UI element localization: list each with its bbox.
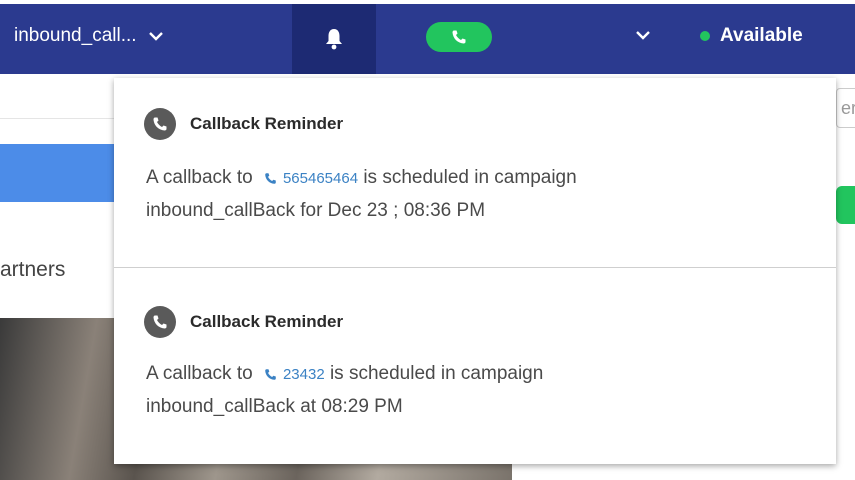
notification-item[interactable]: Callback Reminder A callback to 23432 is… bbox=[114, 268, 836, 464]
body-line-2: inbound_callBack for Dec 23 ; 08:36 PM bbox=[146, 200, 486, 221]
phone-icon bbox=[265, 173, 276, 184]
background-button[interactable] bbox=[836, 186, 855, 224]
top-bar: inbound_call... Available bbox=[0, 0, 855, 74]
phone-icon bbox=[144, 108, 176, 140]
body-prefix: A callback to bbox=[146, 363, 253, 384]
notification-title: Callback Reminder bbox=[190, 312, 344, 331]
notifications-button[interactable] bbox=[292, 4, 376, 74]
body-suffix: is scheduled in campaign bbox=[329, 363, 544, 384]
agent-status[interactable]: Available bbox=[700, 22, 803, 50]
notification-header: Callback Reminder bbox=[144, 306, 343, 338]
campaign-label: inbound_call... bbox=[14, 25, 137, 46]
chevron-down-icon bbox=[148, 32, 163, 41]
notifications-panel: Callback Reminder A callback to 56546546… bbox=[114, 78, 836, 464]
callback-number: 23432 bbox=[282, 366, 325, 383]
status-label: Available bbox=[720, 25, 803, 46]
background-heading: artners bbox=[0, 258, 66, 281]
bell-icon bbox=[326, 29, 342, 50]
notification-item[interactable]: Callback Reminder A callback to 56546546… bbox=[114, 78, 836, 268]
body-line-2: inbound_callBack at 08:29 PM bbox=[146, 396, 403, 417]
phone-icon bbox=[265, 369, 276, 380]
notification-body: A callback to 565465464 is scheduled in … bbox=[146, 162, 577, 227]
background-nav-item[interactable] bbox=[0, 144, 120, 202]
callback-number: 565465464 bbox=[282, 170, 359, 187]
top-edge bbox=[0, 0, 855, 4]
phone-icon bbox=[452, 30, 466, 44]
notification-header: Callback Reminder bbox=[144, 108, 343, 140]
phone-icon bbox=[144, 306, 176, 338]
campaign-selector[interactable]: inbound_call... bbox=[14, 22, 163, 50]
notification-title: Callback Reminder bbox=[190, 114, 344, 133]
body-suffix: is scheduled in campaign bbox=[363, 167, 577, 188]
chevron-down-icon[interactable] bbox=[636, 30, 650, 40]
body-prefix: A callback to bbox=[146, 167, 253, 188]
callback-number-link[interactable]: 23432 bbox=[258, 366, 325, 383]
background-input[interactable]: er bbox=[836, 88, 855, 128]
callback-number-link[interactable]: 565465464 bbox=[258, 170, 358, 187]
divider bbox=[0, 118, 120, 119]
notification-body: A callback to 23432 is scheduled in camp… bbox=[146, 358, 543, 423]
call-button[interactable] bbox=[426, 22, 492, 52]
status-indicator bbox=[700, 31, 710, 41]
